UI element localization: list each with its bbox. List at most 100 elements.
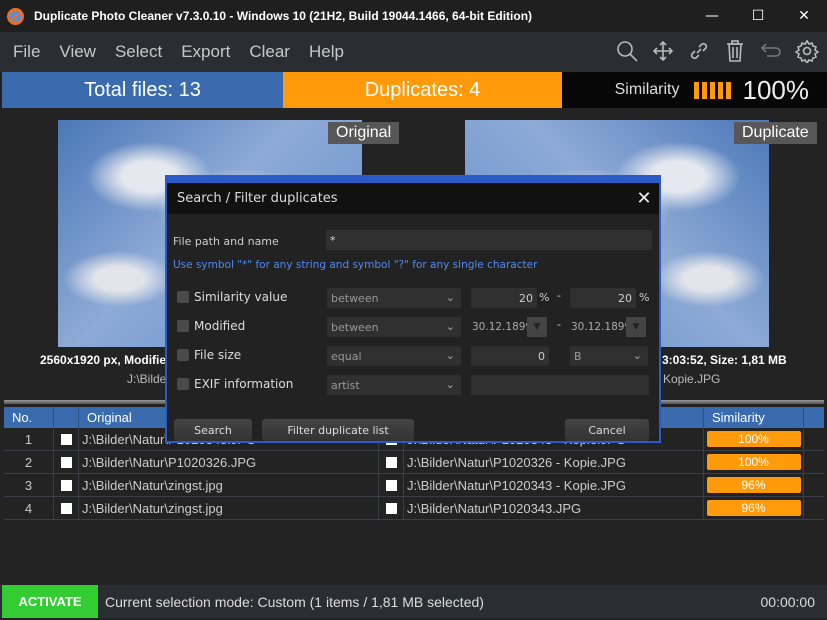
menu-help[interactable]: Help xyxy=(309,42,344,62)
duplicate-checkbox[interactable] xyxy=(385,502,397,514)
header-check[interactable] xyxy=(54,407,79,428)
close-window-button[interactable]: ✕ xyxy=(781,0,827,32)
menu-select[interactable]: Select xyxy=(115,42,162,62)
modified-label: Modified xyxy=(194,319,246,333)
menu-export[interactable]: Export xyxy=(181,42,230,62)
similarity-bar-segment xyxy=(725,81,731,99)
path-input[interactable]: * xyxy=(326,230,652,250)
similarity-badge: 100% xyxy=(706,431,801,447)
filter-duplicate-list-button[interactable]: Filter duplicate list xyxy=(262,419,414,441)
similarity-mode-select[interactable]: between ⌄ xyxy=(327,288,461,308)
similarity-label: Similarity xyxy=(614,81,680,98)
header-spacer xyxy=(804,407,824,428)
undo-icon[interactable] xyxy=(757,36,785,66)
similarity-from-input[interactable]: 20 xyxy=(471,288,537,308)
duplicate-image-path: Kopie.JPG xyxy=(663,372,721,386)
filesize-label: File size xyxy=(194,348,242,362)
table-row[interactable]: 2 J:\Bilder\Natur\P1020326.JPG J:\Bilder… xyxy=(4,451,824,474)
exif-value-input[interactable] xyxy=(471,375,649,395)
header-no[interactable]: No. xyxy=(4,407,54,428)
duplicate-checkbox[interactable] xyxy=(385,479,397,491)
duplicate-badge: Duplicate xyxy=(734,122,817,144)
filesize-value-input[interactable]: 0 xyxy=(471,346,549,366)
original-checkbox[interactable] xyxy=(60,502,72,514)
gear-icon[interactable] xyxy=(793,36,821,66)
activate-button[interactable]: ACTIVATE xyxy=(2,585,98,618)
menu-file[interactable]: File xyxy=(13,42,40,62)
original-checkbox[interactable] xyxy=(60,479,72,491)
row-number: 2 xyxy=(4,451,54,473)
chevron-down-icon: ⌄ xyxy=(445,378,455,391)
range-dash: - xyxy=(557,318,561,331)
duplicate-path: J:\Bilder\Natur\P1020343.JPG xyxy=(404,497,704,519)
trash-icon[interactable] xyxy=(721,36,749,66)
filesize-unit-select[interactable]: B ⌄ xyxy=(570,346,648,366)
app-logo-icon xyxy=(7,7,24,25)
chevron-down-icon: ⌄ xyxy=(445,320,455,333)
filesize-mode-select[interactable]: equal ⌄ xyxy=(327,346,461,366)
table-row[interactable]: 3 J:\Bilder\Natur\zingst.jpg J:\Bilder\N… xyxy=(4,474,824,497)
menu-clear[interactable]: Clear xyxy=(249,42,290,62)
original-image-path: J:\Bilde xyxy=(127,372,167,386)
modified-mode-select[interactable]: between ⌄ xyxy=(327,317,461,337)
duplicate-image-info: 3:03:52, Size: 1,81 MB xyxy=(662,353,787,367)
move-icon[interactable] xyxy=(649,36,677,66)
status-bar: ACTIVATE Current selection mode: Custom … xyxy=(0,585,827,618)
chevron-down-icon: ⌄ xyxy=(632,349,642,362)
path-label: File path and name xyxy=(173,235,279,248)
dialog-title: Search / Filter duplicates xyxy=(177,191,338,206)
selection-status: Current selection mode: Custom (1 items … xyxy=(105,593,484,610)
similarity-badge: 96% xyxy=(706,477,801,493)
modified-from-date[interactable]: 30.12.1899 xyxy=(471,317,532,337)
similarity-bar-segment xyxy=(709,81,715,99)
search-button[interactable]: Search xyxy=(174,419,252,441)
dialog-close-icon[interactable]: ✕ xyxy=(629,188,659,209)
title-bar: Duplicate Photo Cleaner v7.3.0.10 - Wind… xyxy=(0,0,827,32)
similarity-badge: 96% xyxy=(706,500,801,516)
window-title: Duplicate Photo Cleaner v7.3.0.10 - Wind… xyxy=(34,9,533,23)
modified-checkbox[interactable] xyxy=(177,320,189,332)
date-picker-icon[interactable]: ▼ xyxy=(527,317,547,337)
elapsed-timer: 00:00:00 xyxy=(760,593,816,610)
cancel-button[interactable]: Cancel xyxy=(565,419,649,441)
date-picker-icon[interactable]: ▼ xyxy=(626,317,646,337)
similarity-from-unit: % xyxy=(539,291,550,304)
menu-view[interactable]: View xyxy=(59,42,96,62)
original-path: J:\Bilder\Natur\zingst.jpg xyxy=(79,474,379,496)
original-badge: Original xyxy=(328,122,400,144)
range-dash: - xyxy=(557,289,561,302)
similarity-bars xyxy=(693,81,731,99)
chevron-down-icon: ⌄ xyxy=(445,291,455,304)
link-icon[interactable] xyxy=(685,36,713,66)
exif-label: EXIF information xyxy=(194,377,294,391)
duplicates-count: Duplicates: 4 xyxy=(283,72,562,108)
minimize-button[interactable]: — xyxy=(689,0,735,32)
dialog-header: Search / Filter duplicates ✕ xyxy=(167,183,659,214)
similarity-bar-segment xyxy=(693,81,699,99)
wildcard-hint: Use symbol "*" for any string and symbol… xyxy=(173,259,538,271)
chevron-down-icon: ⌄ xyxy=(445,349,455,362)
duplicate-checkbox[interactable] xyxy=(385,456,397,468)
filesize-checkbox[interactable] xyxy=(177,349,189,361)
duplicate-path: J:\Bilder\Natur\P1020326 - Kopie.JPG xyxy=(404,451,704,473)
modified-to-date[interactable]: 30.12.1899 xyxy=(570,317,631,337)
similarity-badge: 100% xyxy=(706,454,801,470)
header-similarity[interactable]: Similarity xyxy=(704,407,804,428)
table-row[interactable]: 4 J:\Bilder\Natur\zingst.jpg J:\Bilder\N… xyxy=(4,497,824,520)
similarity-indicator: Similarity 100% xyxy=(562,72,827,108)
original-image-info: 2560x1920 px, Modifie xyxy=(40,353,167,367)
row-number: 4 xyxy=(4,497,54,519)
duplicate-path: J:\Bilder\Natur\P1020343 - Kopie.JPG xyxy=(404,474,704,496)
similarity-to-input[interactable]: 20 xyxy=(570,288,636,308)
exif-checkbox[interactable] xyxy=(177,378,189,390)
row-number: 3 xyxy=(4,474,54,496)
original-checkbox[interactable] xyxy=(60,456,72,468)
similarity-bar-segment xyxy=(717,81,723,99)
search-filter-dialog: Search / Filter duplicates ✕ File path a… xyxy=(165,175,661,443)
maximize-button[interactable]: ☐ xyxy=(735,0,781,32)
similarity-checkbox[interactable] xyxy=(177,291,189,303)
similarity-bar-segment xyxy=(701,81,707,99)
search-icon[interactable] xyxy=(613,36,641,66)
exif-field-select[interactable]: artist ⌄ xyxy=(327,375,461,395)
original-checkbox[interactable] xyxy=(60,433,72,445)
